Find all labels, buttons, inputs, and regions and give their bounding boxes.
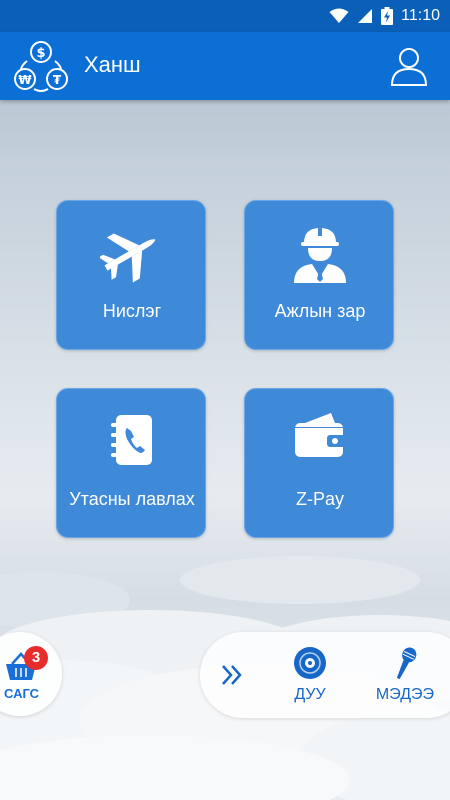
cart-label: САГС [4, 686, 40, 701]
tile-flights-label: Нислэг [102, 301, 162, 321]
status-time: 11:10 [401, 7, 440, 24]
currency-exchange-logo-icon: $ ₩ ₮ [14, 41, 68, 92]
svg-text:₩: ₩ [18, 73, 32, 87]
phonebook-icon [111, 415, 152, 465]
airplane-icon [100, 233, 156, 283]
tile-jobs[interactable]: Ажлын зар [244, 200, 394, 350]
tile-jobs-label: Ажлын зар [274, 301, 366, 321]
tile-phonebook[interactable]: Утасны лавлах [56, 388, 206, 538]
svg-text:$: $ [36, 46, 45, 61]
dock-item-music-label: ДУУ [294, 686, 326, 703]
cart-count-badge: 3 [24, 646, 48, 670]
svg-text:₮: ₮ [53, 73, 62, 87]
worker-helmet-icon [294, 226, 346, 283]
profile-icon[interactable] [390, 46, 428, 86]
status-bar: 11:10 [0, 0, 450, 32]
tile-zpay-label: Z-Pay [295, 489, 344, 509]
dock-item-news-label: МЭДЭЭ [375, 686, 435, 703]
double-chevron-right-icon[interactable] [220, 662, 244, 688]
app-title: Ханш [84, 52, 141, 77]
signal-icon [358, 9, 373, 23]
app-bar: $ ₩ ₮ Ханш [0, 32, 450, 100]
tile-phonebook-label: Утасны лавлах [69, 489, 195, 509]
wifi-icon [329, 8, 349, 23]
battery-charging-icon [381, 7, 394, 25]
wallet-icon [295, 413, 347, 457]
tile-zpay[interactable]: Z-Pay [244, 388, 394, 538]
cart-button[interactable]: 3 САГС [0, 632, 62, 716]
tile-flights[interactable]: Нислэг [56, 200, 206, 350]
dock-item-music[interactable]: ДУУ [280, 646, 340, 710]
dock-item-news[interactable]: МЭДЭЭ [370, 646, 440, 710]
disc-icon [294, 647, 326, 679]
microphone-icon [396, 647, 417, 680]
bottom-dock: ДУУ МЭДЭЭ [200, 632, 450, 718]
